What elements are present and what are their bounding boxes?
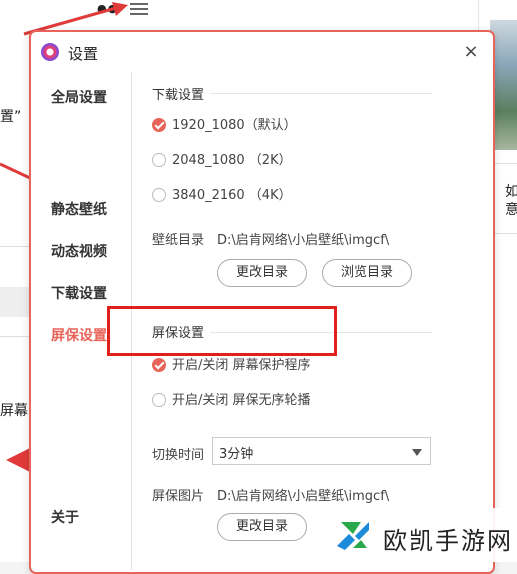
sidebar-item-screensaver-settings[interactable]: 屏保设置	[51, 325, 107, 345]
radio-unchecked-icon	[152, 153, 166, 167]
settings-dialog: 设置 × 全局设置 静态壁纸 动态视频 下载设置 屏保设置 关于 下载设置 19…	[29, 30, 495, 574]
watermark-logo-icon	[337, 522, 369, 550]
background-text-fragment: 置”	[0, 109, 22, 125]
interval-select-value: 3分钟	[219, 447, 254, 462]
sidebar-item-dynamic-video[interactable]: 动态视频	[51, 241, 107, 261]
radio-label: 1920_1080（默认）	[172, 118, 297, 133]
radio-checked-icon	[152, 118, 166, 132]
section-title-download: 下载设置	[152, 88, 205, 103]
section-divider	[210, 93, 432, 94]
sidebar-item-global-settings[interactable]: 全局设置	[51, 87, 107, 107]
radio-label: 开启/关闭 屏保无序轮播	[172, 393, 311, 408]
divider	[0, 246, 30, 247]
dialog-title: 设置	[68, 45, 99, 63]
screensaver-image-value: D:\启肯网络\小启壁纸\imgcf\	[217, 489, 390, 504]
radio-checked-icon	[152, 358, 166, 372]
radio-label: 3840_2160 （4K）	[172, 188, 292, 203]
radio-unchecked-icon	[152, 188, 166, 202]
screensaver-change-dir-button[interactable]: 更改目录	[217, 513, 307, 541]
sidebar-item-about[interactable]: 关于	[51, 507, 79, 527]
wallpaper-dir-label: 壁纸目录	[152, 233, 205, 248]
background-text-fragment: 如	[505, 184, 517, 200]
annotation-highlight-box	[107, 306, 337, 356]
background-field	[0, 287, 30, 317]
watermark-text: 欧凯手游网	[383, 527, 513, 555]
app-logo-icon	[41, 43, 59, 61]
chevron-down-icon	[412, 449, 422, 456]
background-text-fragment: 屏幕	[0, 403, 28, 419]
wallpaper-dir-value: D:\启肯网络\小启壁纸\imgcf\	[217, 233, 390, 248]
sidebar-item-static-wallpaper[interactable]: 静态壁纸	[51, 199, 107, 219]
radio-unchecked-icon	[152, 393, 166, 407]
annotation-arrow	[6, 448, 30, 472]
annotation-arrow	[0, 162, 31, 180]
interval-label: 切换时间	[152, 448, 205, 463]
background-text-fragment: 意	[505, 202, 517, 218]
radio-label: 2048_1080 （2K）	[172, 153, 292, 168]
screensaver-image-label: 屏保图片	[152, 489, 205, 504]
change-dir-button[interactable]: 更改目录	[217, 259, 307, 287]
browse-dir-button[interactable]: 浏览目录	[322, 259, 412, 287]
interval-select[interactable]: 3分钟	[212, 437, 431, 465]
dialog-title-bar[interactable]: 设置 ×	[31, 32, 493, 72]
sidebar-item-download-settings[interactable]: 下载设置	[51, 283, 107, 303]
radio-label: 开启/关闭 屏幕保护程序	[172, 358, 311, 373]
divider	[0, 336, 30, 337]
watermark: 欧凯手游网	[325, 508, 517, 562]
close-button[interactable]: ×	[461, 42, 481, 62]
menu-icon[interactable]	[128, 0, 150, 16]
